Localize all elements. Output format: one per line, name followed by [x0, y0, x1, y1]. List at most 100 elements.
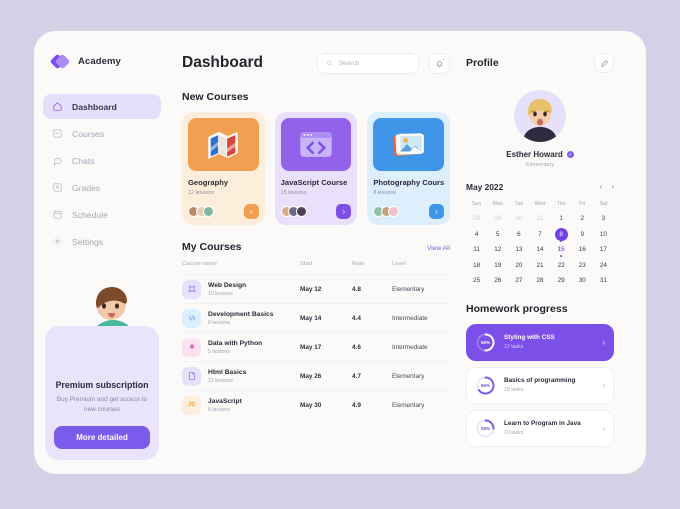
new-courses-cards: Geography 12 lessons › JavaScript Course… — [182, 112, 451, 225]
profile-level: Elementary — [525, 162, 555, 168]
avatar — [295, 206, 307, 217]
calendar-day[interactable]: 14 — [529, 242, 550, 258]
course-card-next-button[interactable]: › — [243, 204, 259, 219]
pencil-edit-icon — [601, 59, 608, 66]
calendar-day[interactable]: 18 — [466, 258, 487, 274]
calendar-day[interactable]: 6 — [508, 227, 529, 243]
course-card[interactable]: JavaScript Course 15 lessons › — [274, 112, 358, 225]
sidebar-item-grades[interactable]: Grades — [43, 175, 161, 200]
brand-name: Academy — [78, 55, 121, 67]
view-all-link[interactable]: View All — [427, 245, 450, 252]
calendar-day[interactable]: 30 — [572, 273, 593, 289]
chevron-right-icon[interactable]: › — [602, 381, 605, 390]
homework-text: Styling with CSS 12 tasks — [504, 334, 594, 350]
diamond-logo-icon — [49, 53, 71, 70]
calendar-day[interactable]: 11 — [466, 242, 487, 258]
calendar-day-of-week: Fri — [579, 201, 586, 207]
calendar-day[interactable]: 21 — [529, 258, 550, 274]
calendar-day[interactable]: 7 — [529, 227, 550, 243]
more-detailed-button[interactable]: More detailed — [54, 426, 150, 449]
calendar-day[interactable]: 26 — [487, 273, 508, 289]
chevron-right-icon[interactable]: › — [602, 338, 605, 347]
calendar-day[interactable]: 29 — [551, 273, 572, 289]
homework-item[interactable]: 25% Learn to Program in Java 10 tasks › — [466, 409, 614, 447]
course-card-lessons: 12 lessons — [188, 190, 214, 196]
chevron-right-icon[interactable]: › — [602, 424, 605, 433]
calendar-day[interactable]: 8 — [551, 227, 572, 243]
notification-badge — [441, 57, 445, 61]
homework-text: Learn to Program in Java 10 tasks — [504, 420, 594, 436]
course-card[interactable]: Photography Course 8 lessons › — [367, 112, 451, 225]
calendar-day[interactable]: 2 — [572, 211, 593, 227]
edit-profile-button[interactable] — [594, 53, 614, 73]
sidebar-item-dashboard[interactable]: Dashboard — [43, 94, 161, 119]
calendar-prev-button[interactable]: ‹ — [600, 183, 603, 191]
calendar-day[interactable]: 20 — [508, 258, 529, 274]
sidebar-item-chats[interactable]: Chats — [43, 148, 161, 173]
right-panel: Profile Esther Howard ✓ Elementary May 2… — [466, 50, 630, 474]
calendar-day[interactable]: 1 — [551, 211, 572, 227]
calendar-next-button[interactable]: › — [611, 183, 614, 191]
calendar-day[interactable]: 28 — [529, 273, 550, 289]
calendar-day[interactable]: 13 — [508, 242, 529, 258]
homework-list: 50% Styling with CSS 12 tasks › 65% Basics of… — [466, 323, 614, 447]
table-row[interactable]: JS JavaScript 8 lessons May 30 4.9 Eleme… — [182, 390, 450, 420]
calendar-day[interactable]: 31 — [593, 273, 614, 289]
calendar-day[interactable]: 30 — [508, 211, 529, 227]
center-column: Dashboard New Courses — [170, 50, 466, 474]
course-card-next-button[interactable]: › — [429, 204, 445, 219]
table-row[interactable]: Web Design 10 lessons May 12 4.8 Element… — [182, 274, 450, 304]
calendar-day[interactable]: 10 — [593, 227, 614, 243]
calendar-day[interactable]: 3 — [593, 211, 614, 227]
search-input[interactable] — [338, 59, 410, 67]
calendar-day[interactable]: 9 — [572, 227, 593, 243]
course-card[interactable]: Geography 12 lessons › — [182, 112, 265, 225]
homework-item-title: Learn to Program in Java — [504, 420, 581, 428]
calendar-day-of-week: Sun — [471, 201, 482, 207]
calendar-day[interactable]: 22 — [551, 258, 572, 274]
calendar-day[interactable]: 25 — [466, 273, 487, 289]
sidebar-item-label: Dashboard — [72, 101, 117, 112]
search-box[interactable] — [317, 52, 419, 74]
course-lessons: 8 lessons — [208, 406, 230, 413]
homework-item[interactable]: 50% Styling with CSS 12 tasks › — [466, 323, 614, 361]
sidebar-item-settings[interactable]: Settings — [43, 229, 161, 254]
table-row[interactable]: Development Basics 8 lessons May 14 4.4 … — [182, 303, 450, 333]
table-row[interactable]: Html Basics 12 lessons May 26 4.7 Elemen… — [182, 361, 450, 391]
sidebar: Academy Dashboard Courses Chats Grades S… — [34, 31, 170, 474]
calendar-day[interactable]: 5 — [487, 227, 508, 243]
sidebar-item-label: Chats — [72, 155, 95, 166]
table-row[interactable]: Data with Python 5 lessons May 17 4.6 In… — [182, 332, 450, 362]
calendar-day[interactable]: 24 — [593, 258, 614, 274]
topbar: Dashboard — [182, 50, 450, 76]
avatar — [514, 90, 566, 142]
calendar-day[interactable]: 27 — [508, 273, 529, 289]
my-courses-title: My Courses — [182, 241, 242, 253]
homework-text: Basics of programming 18 tasks — [504, 377, 594, 393]
calendar-day[interactable]: 28 — [466, 211, 487, 227]
homework-item-tasks: 18 tasks — [504, 386, 524, 393]
calendar-day[interactable]: 17 — [593, 242, 614, 258]
profile-title: Profile — [466, 57, 499, 69]
homework-item[interactable]: 65% Basics of programming 18 tasks › — [466, 366, 614, 404]
course-thumbnail — [188, 118, 259, 171]
code-brackets-icon — [182, 308, 201, 328]
sidebar-item-schedule[interactable]: Schedule — [43, 202, 161, 227]
course-level: Intermediate — [392, 343, 428, 351]
calendar-day[interactable]: 23 — [572, 258, 593, 274]
calendar-day[interactable]: 19 — [487, 258, 508, 274]
progress-ring: 65% — [475, 375, 496, 396]
calendar-day[interactable]: 15 — [551, 242, 572, 258]
calendar-day[interactable]: 4 — [466, 227, 487, 243]
sidebar-item-courses[interactable]: Courses — [43, 121, 161, 146]
course-card-next-button[interactable]: › — [336, 204, 352, 219]
calendar-day-of-week: Sat — [599, 201, 608, 207]
calendar-day[interactable]: 31 — [529, 211, 550, 227]
calendar-day[interactable]: 16 — [572, 242, 593, 258]
calendar-day[interactable]: 29 — [487, 211, 508, 227]
home-icon — [53, 102, 62, 111]
search-icon — [327, 60, 332, 66]
calendar-day[interactable]: 12 — [487, 242, 508, 258]
notifications-button[interactable] — [429, 52, 450, 74]
progress-percent: 25% — [480, 425, 491, 431]
